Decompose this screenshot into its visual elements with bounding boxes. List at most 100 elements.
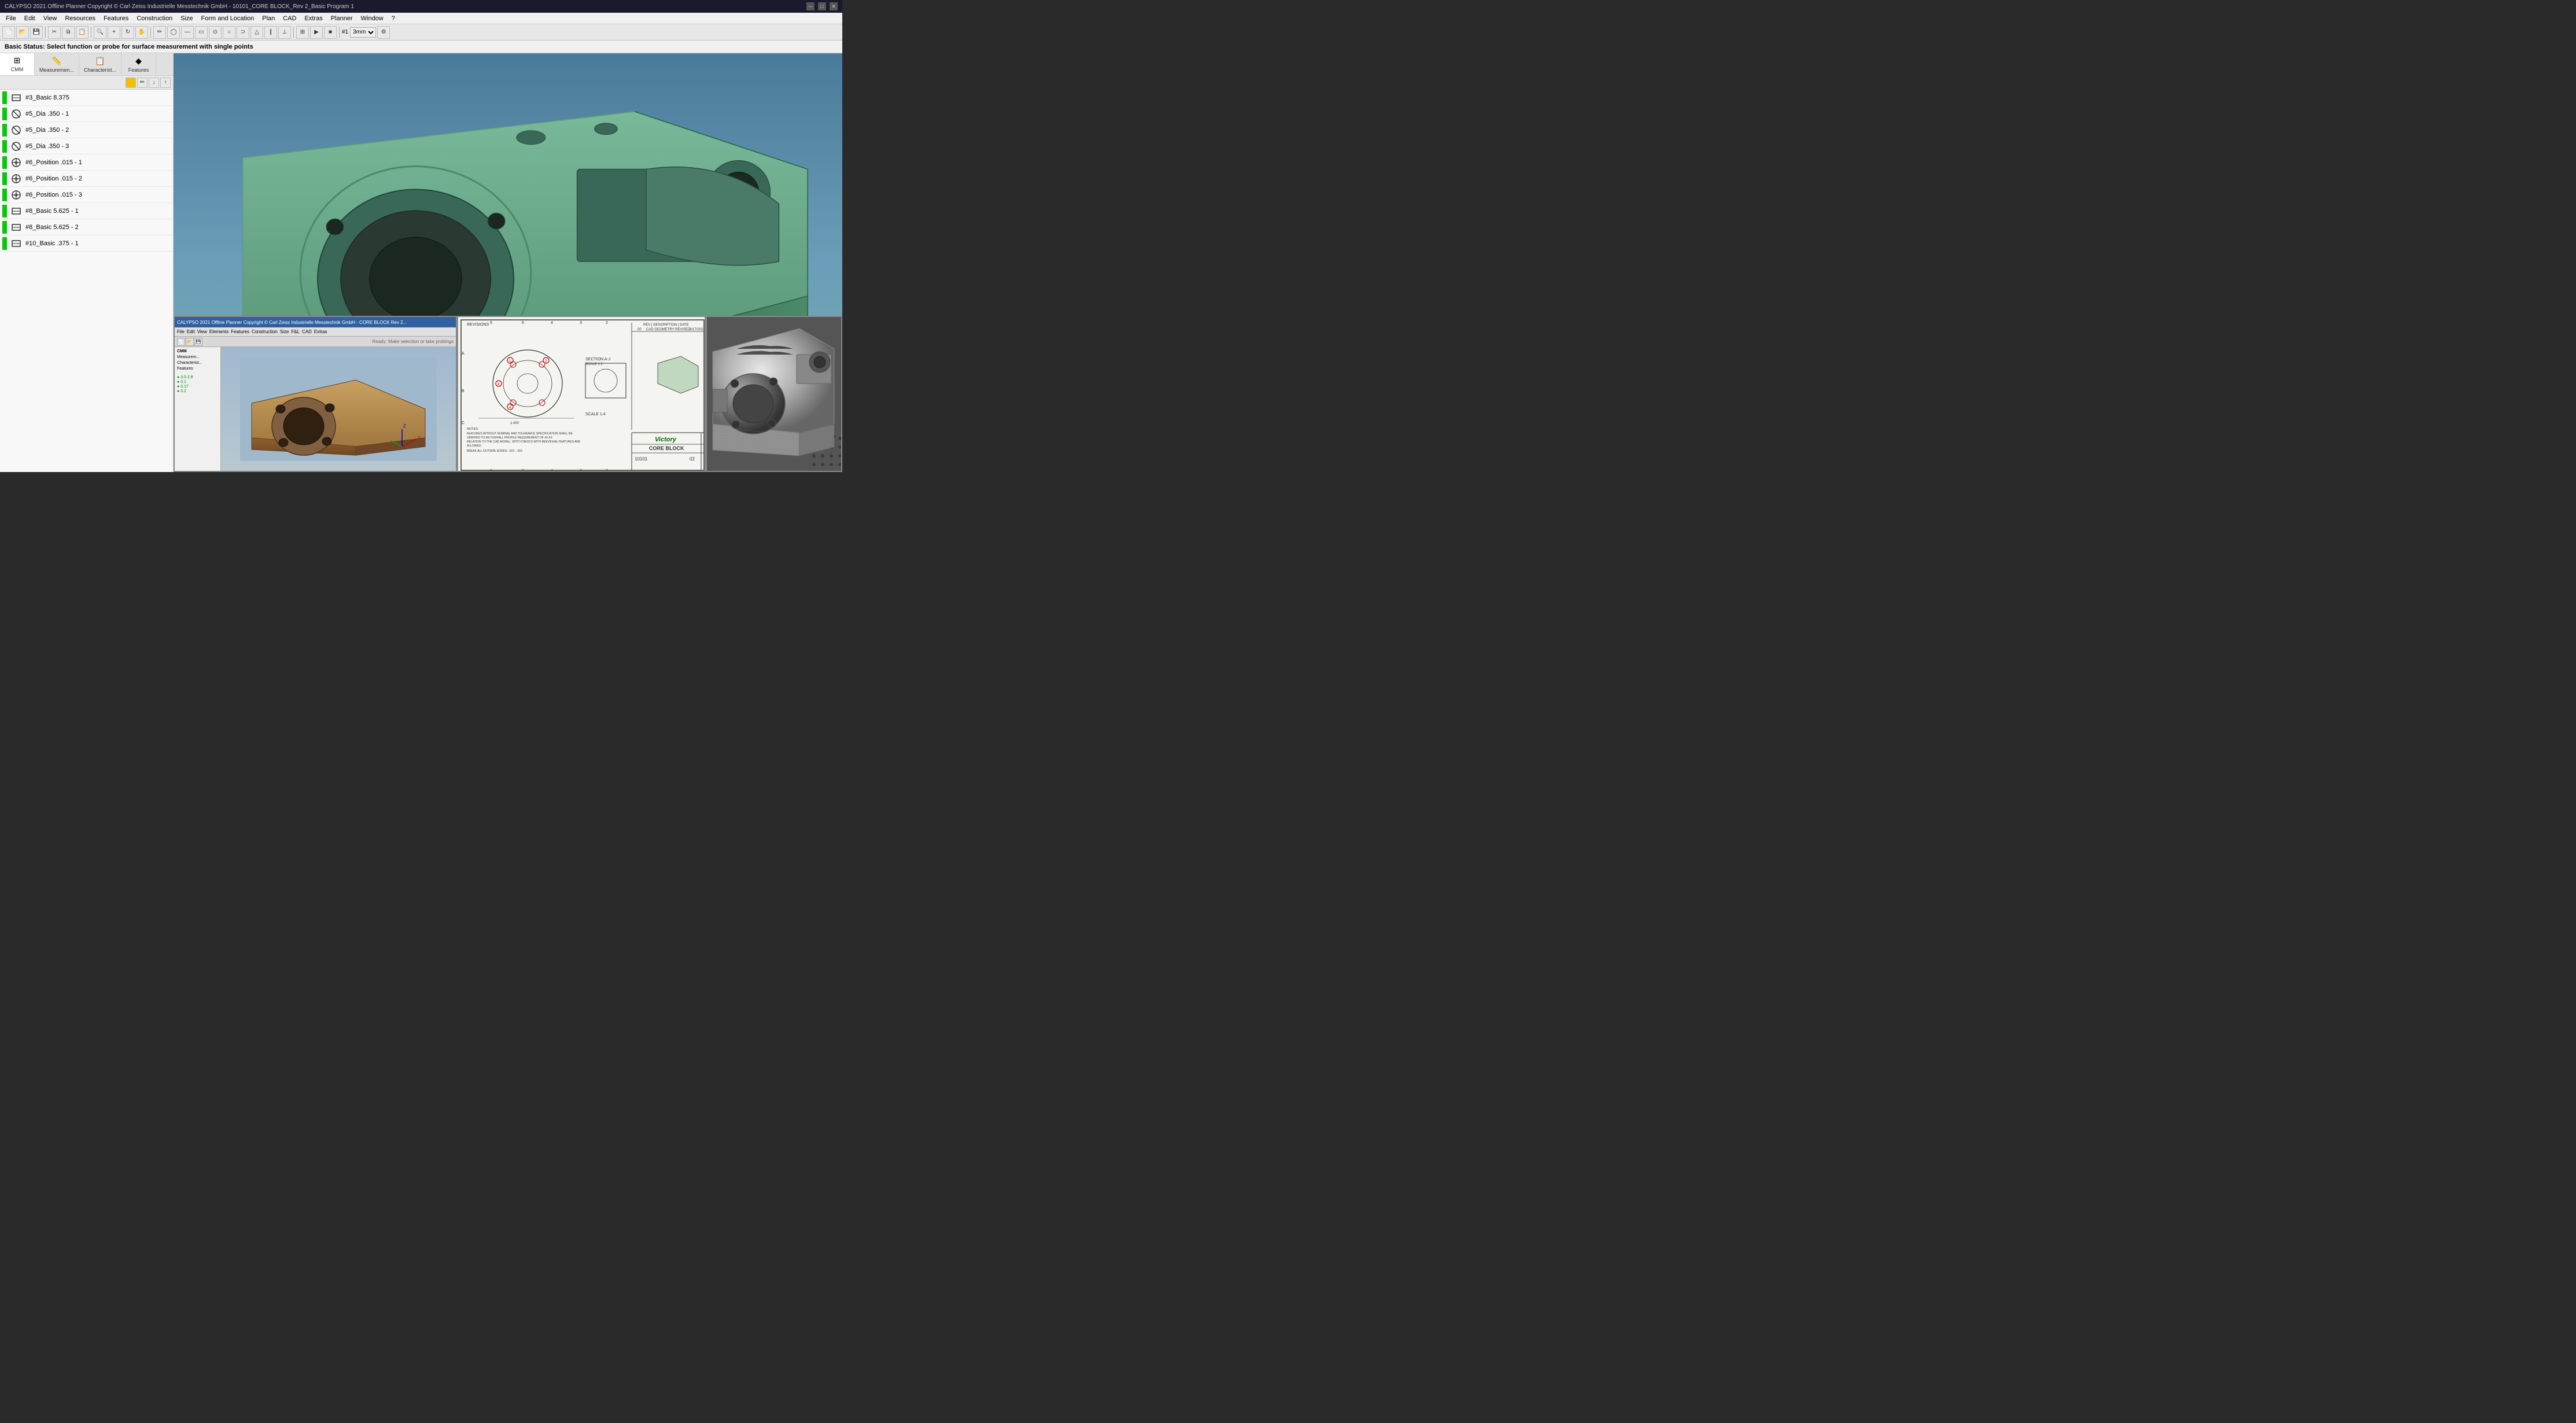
menu-plan[interactable]: Plan bbox=[259, 14, 278, 23]
sv-menu-edit[interactable]: Edit bbox=[187, 329, 195, 334]
sv-menubar: File Edit View Elements Features Constru… bbox=[175, 327, 456, 337]
list-tb-up[interactable]: ↑ bbox=[160, 78, 171, 88]
sv-tab-feat[interactable]: Features bbox=[177, 367, 218, 371]
sv-tab-meas[interactable]: Measurem... bbox=[177, 355, 218, 359]
probe-size-select[interactable]: 3mm 5mm 1mm bbox=[350, 27, 376, 38]
tb-run[interactable]: ▶ bbox=[310, 26, 323, 39]
menu-planner[interactable]: Planner bbox=[327, 14, 356, 23]
tb-rotate[interactable]: ↻ bbox=[121, 26, 134, 39]
list-item-0[interactable]: #3_Basic 8.375 bbox=[0, 90, 173, 106]
tab-features[interactable]: ◆ Features bbox=[121, 53, 156, 75]
list-item-8[interactable]: #8_Basic 5.625 - 2 bbox=[0, 219, 173, 235]
sv-menu-view[interactable]: View bbox=[197, 329, 207, 334]
minimize-button[interactable]: ─ bbox=[806, 2, 815, 10]
list-item-7[interactable]: #8_Basic 5.625 - 1 bbox=[0, 203, 173, 219]
tb-paste[interactable]: 📋 bbox=[76, 26, 89, 39]
list-item-6[interactable]: #6_Position .015 - 3 bbox=[0, 187, 173, 203]
tab-characteristics[interactable]: 📋 Characterist... bbox=[79, 53, 121, 75]
tb-pan[interactable]: ✋ bbox=[135, 26, 148, 39]
sv-tb-1[interactable]: 📄 bbox=[177, 338, 185, 346]
sv-menu-construction[interactable]: Construction bbox=[252, 329, 278, 334]
item-icon-4 bbox=[10, 157, 22, 168]
sv-menu-size[interactable]: Size bbox=[280, 329, 289, 334]
tb-parallel[interactable]: ∥ bbox=[264, 26, 277, 39]
svg-text:9/17/2021: 9/17/2021 bbox=[690, 328, 705, 331]
menu-edit[interactable]: Edit bbox=[21, 14, 39, 23]
list-item-4[interactable]: #6_Position .015 - 1 bbox=[0, 154, 173, 171]
sv-menu-cad[interactable]: CAD bbox=[302, 329, 312, 334]
sv-titlebar: CALYPSO 2021 Offline Planner Copyright ©… bbox=[175, 317, 456, 327]
sv-tab-char[interactable]: Characterist... bbox=[177, 361, 218, 365]
sv-tb-2[interactable]: 📂 bbox=[186, 338, 194, 346]
list-item-2[interactable]: #5_Dia .350 - 2 bbox=[0, 122, 173, 138]
sv-menu-file[interactable]: File bbox=[177, 329, 185, 334]
menu-size[interactable]: Size bbox=[177, 14, 196, 23]
menu-construction[interactable]: Construction bbox=[133, 14, 176, 23]
menu-window[interactable]: Window bbox=[358, 14, 387, 23]
photo-view bbox=[706, 316, 842, 472]
tb-cut[interactable]: ✂ bbox=[48, 26, 61, 39]
restore-button[interactable]: □ bbox=[818, 2, 826, 10]
menu-resources[interactable]: Resources bbox=[61, 14, 99, 23]
tab-characteristics-label: Characterist... bbox=[84, 67, 116, 73]
menu-file[interactable]: File bbox=[2, 14, 20, 23]
svg-text:REVISIONS: REVISIONS bbox=[467, 323, 489, 327]
tb-new[interactable]: 📄 bbox=[2, 26, 15, 39]
tb-stop[interactable]: ■ bbox=[324, 26, 337, 39]
list-item-3[interactable]: #5_Dia .350 - 3 bbox=[0, 138, 173, 154]
sv-tab-cmm[interactable]: CMM bbox=[177, 349, 218, 353]
list-item-9[interactable]: #10_Basic .375 - 1 bbox=[0, 235, 173, 252]
tb-zoom-fit[interactable]: 🔍 bbox=[94, 26, 106, 39]
sv-menu-features[interactable]: Features bbox=[231, 329, 249, 334]
menu-help[interactable]: ? bbox=[388, 14, 399, 23]
svg-text:FEATURES WITHOUT NOMINAL AND T: FEATURES WITHOUT NOMINAL AND TOLERANCE S… bbox=[467, 432, 573, 436]
tb-measure[interactable]: ◯ bbox=[167, 26, 180, 39]
secondary-view: CALYPSO 2021 Offline Planner Copyright ©… bbox=[174, 316, 457, 472]
item-status-bar-2 bbox=[2, 124, 7, 137]
menu-view[interactable]: View bbox=[40, 14, 61, 23]
tb-probe1[interactable]: ✏ bbox=[153, 26, 166, 39]
item-icon-0 bbox=[10, 92, 22, 104]
item-status-bar-7 bbox=[2, 205, 7, 217]
sv-part-svg: Z X bbox=[240, 357, 437, 461]
menu-extras[interactable]: Extras bbox=[301, 14, 326, 23]
tb-cone[interactable]: △ bbox=[250, 26, 263, 39]
tb-save[interactable]: 💾 bbox=[30, 26, 43, 39]
menu-cad[interactable]: CAD bbox=[279, 14, 300, 23]
tab-measurements[interactable]: 📏 Measuremen... bbox=[35, 53, 79, 75]
tab-measurements-label: Measuremen... bbox=[39, 67, 74, 73]
menu-form-location[interactable]: Form and Location bbox=[198, 14, 258, 23]
tb-line[interactable]: — bbox=[181, 26, 194, 39]
sv-menu-tol[interactable]: F&L bbox=[291, 329, 300, 334]
tb-copy[interactable]: ⧉ bbox=[62, 26, 75, 39]
list-item-5[interactable]: #6_Position .015 - 2 bbox=[0, 171, 173, 187]
sv-menu-elements[interactable]: Elements bbox=[209, 329, 229, 334]
item-icon-8 bbox=[10, 222, 22, 233]
item-status-bar-9 bbox=[2, 237, 7, 250]
tb-plane[interactable]: ▭ bbox=[195, 26, 208, 39]
svg-text:10101: 10101 bbox=[635, 456, 648, 462]
tb-perp[interactable]: ⊥ bbox=[278, 26, 291, 39]
close-button[interactable]: ✕ bbox=[830, 2, 838, 10]
tb-sphere[interactable]: ○ bbox=[223, 26, 235, 39]
list-tb-pencil[interactable]: ✏ bbox=[137, 78, 148, 88]
left-panel: ⊞ CMM 📏 Measuremen... 📋 Characterist... … bbox=[0, 53, 174, 472]
tab-cmm[interactable]: ⊞ CMM bbox=[0, 53, 35, 75]
menu-features[interactable]: Features bbox=[100, 14, 132, 23]
list-item-1[interactable]: #5_Dia .350 - 1 bbox=[0, 106, 173, 122]
tb-zoom-in[interactable]: + bbox=[108, 26, 120, 39]
probe-selector: #1 3mm 5mm 1mm bbox=[342, 27, 376, 38]
list-tb-down[interactable]: ↓ bbox=[149, 78, 159, 88]
tb-circle[interactable]: ⊙ bbox=[209, 26, 222, 39]
sv-menu-extras[interactable]: Extras bbox=[314, 329, 327, 334]
item-label-2: #5_Dia .350 - 2 bbox=[25, 127, 69, 134]
svg-text:3: 3 bbox=[580, 321, 582, 325]
item-status-bar-4 bbox=[2, 156, 7, 169]
tb-feature[interactable]: ⊞ bbox=[296, 26, 309, 39]
tb-open[interactable]: 📂 bbox=[16, 26, 29, 39]
tb-cylinder[interactable]: ⊃ bbox=[237, 26, 249, 39]
tb-probe-settings[interactable]: ⚙ bbox=[377, 26, 390, 39]
sv-status-text: Ready: Make selection or take probings bbox=[372, 339, 454, 344]
sv-tb-3[interactable]: 💾 bbox=[194, 338, 202, 346]
sv-3d-view[interactable]: Z X bbox=[221, 347, 456, 471]
